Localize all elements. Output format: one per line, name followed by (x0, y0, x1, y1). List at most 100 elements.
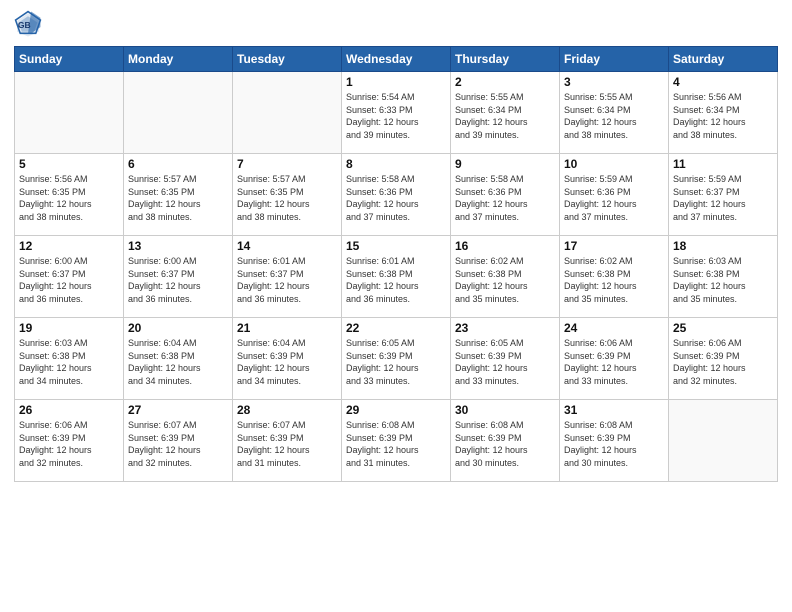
day-info: Sunrise: 5:59 AMSunset: 6:36 PMDaylight:… (564, 173, 664, 223)
calendar-cell: 5 Sunrise: 5:56 AMSunset: 6:35 PMDaylight… (15, 154, 124, 236)
day-number: 18 (673, 239, 773, 253)
day-number: 6 (128, 157, 228, 171)
calendar-week-4: 19 Sunrise: 6:03 AMSunset: 6:38 PMDayligh… (15, 318, 778, 400)
calendar-cell: 23Sunrise: 6:05 AMSunset: 6:39 PMDayligh… (451, 318, 560, 400)
day-number: 3 (564, 75, 664, 89)
calendar-cell: 18Sunrise: 6:03 AMSunset: 6:38 PMDayligh… (669, 236, 778, 318)
calendar-table: SundayMondayTuesdayWednesdayThursdayFrid… (14, 46, 778, 482)
day-number: 7 (237, 157, 337, 171)
calendar-header-row: SundayMondayTuesdayWednesdayThursdayFrid… (15, 47, 778, 72)
weekday-header-thursday: Thursday (451, 47, 560, 72)
day-number: 20 (128, 321, 228, 335)
day-number: 28 (237, 403, 337, 417)
day-info: Sunrise: 6:04 AMSunset: 6:38 PMDaylight:… (128, 337, 228, 387)
weekday-header-sunday: Sunday (15, 47, 124, 72)
day-info: Sunrise: 6:06 AMSunset: 6:39 PMDaylight:… (19, 419, 119, 469)
day-info: Sunrise: 6:05 AMSunset: 6:39 PMDaylight:… (455, 337, 555, 387)
day-info: Sunrise: 6:01 AMSunset: 6:37 PMDaylight:… (237, 255, 337, 305)
day-info: Sunrise: 5:56 AMSunset: 6:34 PMDaylight:… (673, 91, 773, 141)
calendar-cell: 7 Sunrise: 5:57 AMSunset: 6:35 PMDaylight… (233, 154, 342, 236)
calendar-cell: 28 Sunrise: 6:07 AMSunset: 6:39 PMDayligh… (233, 400, 342, 482)
calendar-cell: 19 Sunrise: 6:03 AMSunset: 6:38 PMDayligh… (15, 318, 124, 400)
calendar-cell: 21 Sunrise: 6:04 AMSunset: 6:39 PMDayligh… (233, 318, 342, 400)
calendar-cell: 17 Sunrise: 6:02 AMSunset: 6:38 PMDayligh… (560, 236, 669, 318)
day-number: 11 (673, 157, 773, 171)
day-info: Sunrise: 5:57 AMSunset: 6:35 PMDaylight:… (128, 173, 228, 223)
calendar-cell: 6 Sunrise: 5:57 AMSunset: 6:35 PMDaylight… (124, 154, 233, 236)
day-number: 17 (564, 239, 664, 253)
calendar-cell: 4Sunrise: 5:56 AMSunset: 6:34 PMDaylight… (669, 72, 778, 154)
day-number: 1 (346, 75, 446, 89)
day-number: 13 (128, 239, 228, 253)
calendar-cell: 24 Sunrise: 6:06 AMSunset: 6:39 PMDayligh… (560, 318, 669, 400)
weekday-header-wednesday: Wednesday (342, 47, 451, 72)
day-number: 9 (455, 157, 555, 171)
calendar-week-1: 1Sunrise: 5:54 AMSunset: 6:33 PMDaylight… (15, 72, 778, 154)
calendar-cell: 31Sunrise: 6:08 AMSunset: 6:39 PMDayligh… (560, 400, 669, 482)
day-info: Sunrise: 6:03 AMSunset: 6:38 PMDaylight:… (19, 337, 119, 387)
day-info: Sunrise: 6:07 AMSunset: 6:39 PMDaylight:… (128, 419, 228, 469)
weekday-header-monday: Monday (124, 47, 233, 72)
calendar-week-5: 26 Sunrise: 6:06 AMSunset: 6:39 PMDayligh… (15, 400, 778, 482)
day-number: 21 (237, 321, 337, 335)
day-number: 24 (564, 321, 664, 335)
calendar-cell: 14Sunrise: 6:01 AMSunset: 6:37 PMDayligh… (233, 236, 342, 318)
day-number: 30 (455, 403, 555, 417)
day-info: Sunrise: 6:06 AMSunset: 6:39 PMDaylight:… (673, 337, 773, 387)
day-info: Sunrise: 5:58 AMSunset: 6:36 PMDaylight:… (455, 173, 555, 223)
calendar-cell: 11Sunrise: 5:59 AMSunset: 6:37 PMDayligh… (669, 154, 778, 236)
day-info: Sunrise: 5:55 AMSunset: 6:34 PMDaylight:… (455, 91, 555, 141)
day-number: 10 (564, 157, 664, 171)
calendar-cell: 27 Sunrise: 6:07 AMSunset: 6:39 PMDayligh… (124, 400, 233, 482)
calendar-cell: 10 Sunrise: 5:59 AMSunset: 6:36 PMDayligh… (560, 154, 669, 236)
calendar-cell: 25 Sunrise: 6:06 AMSunset: 6:39 PMDayligh… (669, 318, 778, 400)
calendar-week-2: 5 Sunrise: 5:56 AMSunset: 6:35 PMDaylight… (15, 154, 778, 236)
calendar-cell: 29Sunrise: 6:08 AMSunset: 6:39 PMDayligh… (342, 400, 451, 482)
logo-icon: GB (14, 10, 42, 38)
calendar-cell (124, 72, 233, 154)
header: GB (14, 10, 778, 38)
day-number: 5 (19, 157, 119, 171)
day-info: Sunrise: 6:04 AMSunset: 6:39 PMDaylight:… (237, 337, 337, 387)
svg-text:GB: GB (18, 20, 31, 30)
day-info: Sunrise: 6:05 AMSunset: 6:39 PMDaylight:… (346, 337, 446, 387)
day-info: Sunrise: 5:57 AMSunset: 6:35 PMDaylight:… (237, 173, 337, 223)
day-info: Sunrise: 6:02 AMSunset: 6:38 PMDaylight:… (564, 255, 664, 305)
day-number: 26 (19, 403, 119, 417)
day-info: Sunrise: 6:00 AMSunset: 6:37 PMDaylight:… (128, 255, 228, 305)
weekday-header-saturday: Saturday (669, 47, 778, 72)
page-container: GB SundayMondayTuesdayWednesdayThursdayF… (0, 0, 792, 612)
calendar-cell: 15Sunrise: 6:01 AMSunset: 6:38 PMDayligh… (342, 236, 451, 318)
day-info: Sunrise: 6:08 AMSunset: 6:39 PMDaylight:… (564, 419, 664, 469)
calendar-cell (669, 400, 778, 482)
day-info: Sunrise: 6:02 AMSunset: 6:38 PMDaylight:… (455, 255, 555, 305)
logo: GB (14, 10, 46, 38)
calendar-cell: 9 Sunrise: 5:58 AMSunset: 6:36 PMDaylight… (451, 154, 560, 236)
calendar-cell: 13 Sunrise: 6:00 AMSunset: 6:37 PMDayligh… (124, 236, 233, 318)
calendar-cell: 30 Sunrise: 6:08 AMSunset: 6:39 PMDayligh… (451, 400, 560, 482)
day-info: Sunrise: 5:58 AMSunset: 6:36 PMDaylight:… (346, 173, 446, 223)
day-info: Sunrise: 6:06 AMSunset: 6:39 PMDaylight:… (564, 337, 664, 387)
day-number: 25 (673, 321, 773, 335)
day-number: 27 (128, 403, 228, 417)
day-info: Sunrise: 5:55 AMSunset: 6:34 PMDaylight:… (564, 91, 664, 141)
day-info: Sunrise: 6:00 AMSunset: 6:37 PMDaylight:… (19, 255, 119, 305)
day-info: Sunrise: 6:08 AMSunset: 6:39 PMDaylight:… (455, 419, 555, 469)
day-number: 2 (455, 75, 555, 89)
calendar-cell: 8Sunrise: 5:58 AMSunset: 6:36 PMDaylight… (342, 154, 451, 236)
day-number: 19 (19, 321, 119, 335)
calendar-week-3: 12 Sunrise: 6:00 AMSunset: 6:37 PMDayligh… (15, 236, 778, 318)
day-info: Sunrise: 5:56 AMSunset: 6:35 PMDaylight:… (19, 173, 119, 223)
day-info: Sunrise: 6:07 AMSunset: 6:39 PMDaylight:… (237, 419, 337, 469)
day-info: Sunrise: 6:01 AMSunset: 6:38 PMDaylight:… (346, 255, 446, 305)
day-number: 16 (455, 239, 555, 253)
calendar-cell: 16 Sunrise: 6:02 AMSunset: 6:38 PMDayligh… (451, 236, 560, 318)
calendar-cell: 1Sunrise: 5:54 AMSunset: 6:33 PMDaylight… (342, 72, 451, 154)
day-number: 29 (346, 403, 446, 417)
calendar-cell: 26 Sunrise: 6:06 AMSunset: 6:39 PMDayligh… (15, 400, 124, 482)
weekday-header-friday: Friday (560, 47, 669, 72)
calendar-cell: 22Sunrise: 6:05 AMSunset: 6:39 PMDayligh… (342, 318, 451, 400)
day-number: 12 (19, 239, 119, 253)
calendar-cell: 2 Sunrise: 5:55 AMSunset: 6:34 PMDaylight… (451, 72, 560, 154)
calendar-cell: 12 Sunrise: 6:00 AMSunset: 6:37 PMDayligh… (15, 236, 124, 318)
